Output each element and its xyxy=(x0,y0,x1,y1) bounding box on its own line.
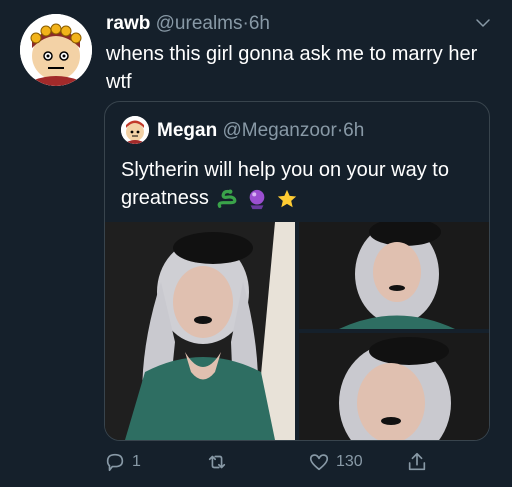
quoted-author-name[interactable]: Megan xyxy=(157,120,217,141)
portrait-photo-image xyxy=(299,222,489,329)
photo-selfie-left[interactable] xyxy=(105,222,295,440)
selfie-photo-image xyxy=(105,222,295,440)
tweet-header: rawb @urealms·6h xyxy=(106,12,482,36)
quoted-author-handle[interactable]: @Meganzoor xyxy=(222,120,336,141)
cartoon-avatar-icon xyxy=(121,116,149,144)
quoted-tweet[interactable]: Megan @Meganzoor·6h Slytherin will help … xyxy=(104,101,490,441)
like-button[interactable]: 130 xyxy=(308,448,363,476)
reply-count: 1 xyxy=(132,453,141,470)
star-icon xyxy=(277,189,296,207)
reply-icon xyxy=(106,453,124,472)
quoted-tweet-time[interactable]: 6h xyxy=(343,120,364,141)
chevron-down-icon[interactable] xyxy=(474,14,492,32)
author-avatar[interactable] xyxy=(20,14,92,86)
tweet-actions: 1 130 xyxy=(104,448,444,476)
reply-button[interactable]: 1 xyxy=(104,448,141,476)
share-button[interactable] xyxy=(406,448,428,476)
retweet-icon xyxy=(208,455,226,469)
tweet-time[interactable]: 6h xyxy=(249,13,270,34)
photo-top-right[interactable] xyxy=(299,222,489,329)
quoted-tweet-text: Slytherin will help you on your way to g… xyxy=(121,156,481,212)
author-name[interactable]: rawb xyxy=(106,13,150,34)
retweet-button[interactable] xyxy=(206,448,234,476)
heart-icon xyxy=(309,454,329,471)
cartoon-avatar-icon xyxy=(20,14,92,86)
crystal-ball-icon xyxy=(249,189,265,209)
quoted-tweet-header: Megan @Meganzoor·6h xyxy=(157,119,364,143)
portrait-photo-image xyxy=(299,333,489,440)
photo-bottom-right[interactable] xyxy=(299,333,489,440)
like-count: 130 xyxy=(336,453,363,470)
share-icon xyxy=(408,452,426,471)
snake-emoji-icon xyxy=(218,189,237,208)
tweet-text: whens this girl gonna ask me to marry he… xyxy=(106,43,478,93)
author-handle[interactable]: @urealms xyxy=(156,13,243,34)
quoted-author-avatar[interactable] xyxy=(121,116,149,144)
